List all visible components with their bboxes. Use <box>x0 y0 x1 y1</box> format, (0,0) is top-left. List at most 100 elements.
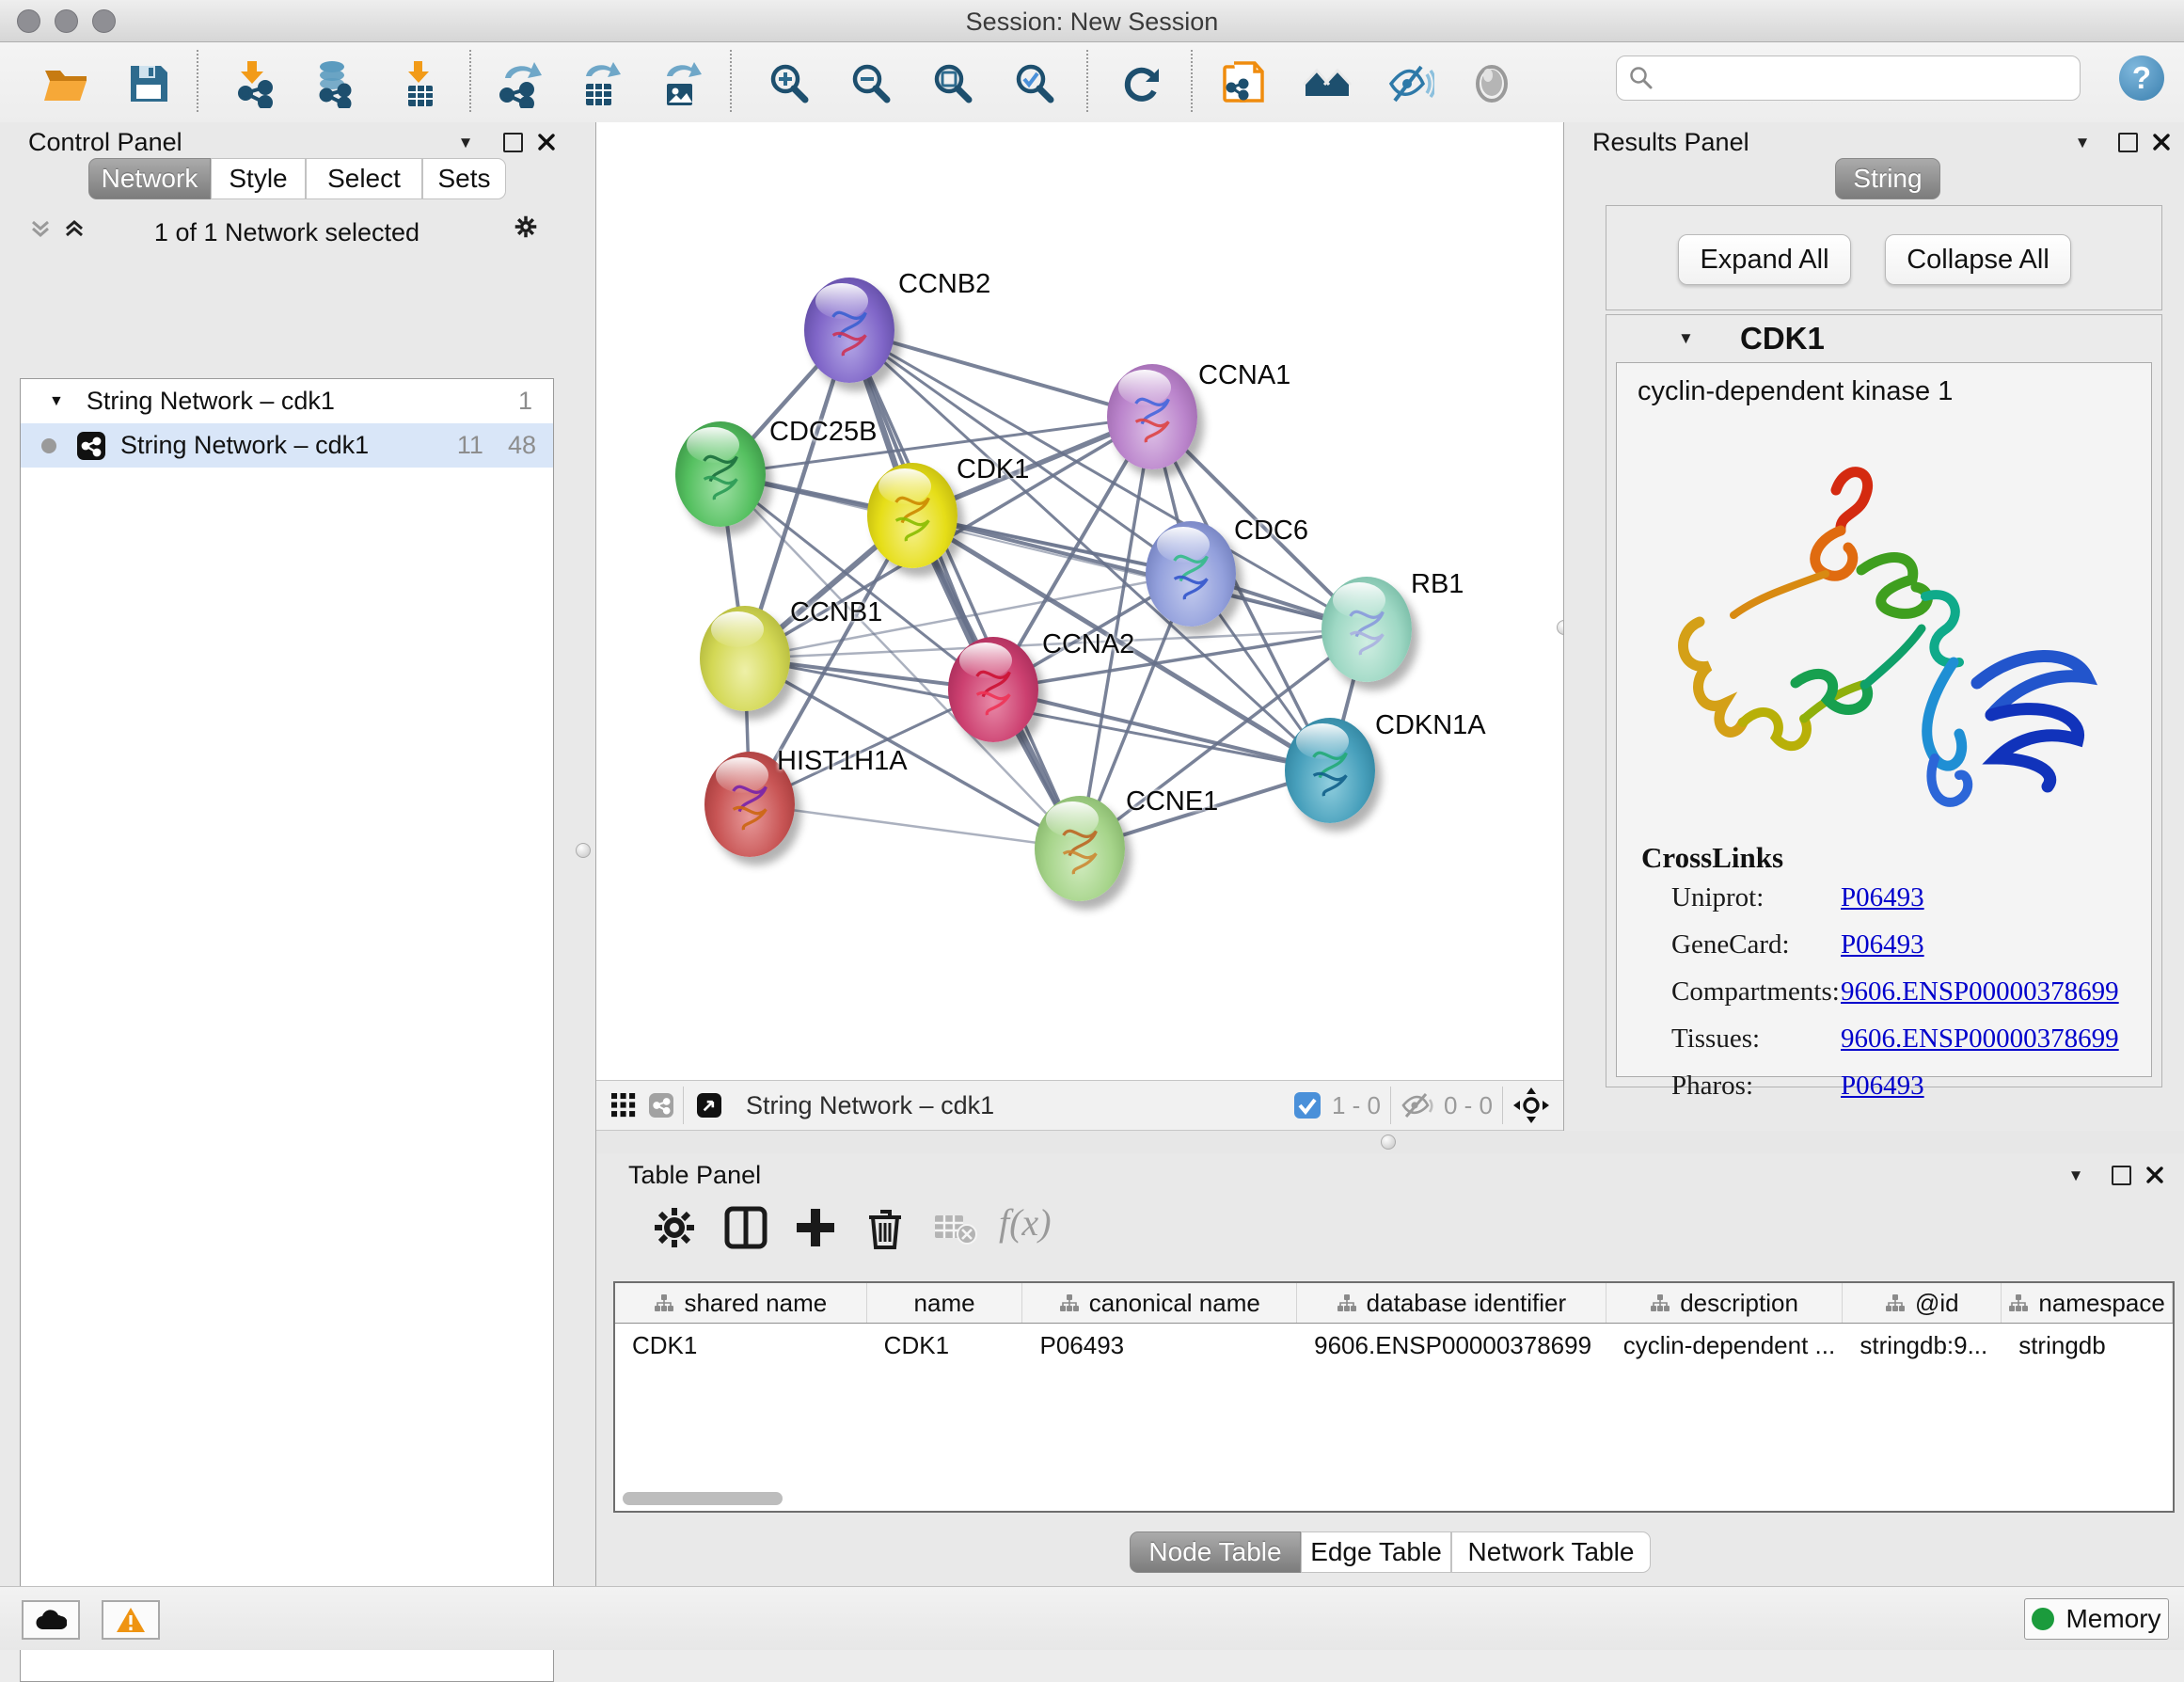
table-cell[interactable]: CDK1 <box>615 1324 867 1367</box>
entry-collapse-icon[interactable]: ▼ <box>1678 330 1694 346</box>
export-network-icon[interactable] <box>494 59 543 108</box>
collapse-all-button[interactable]: Collapse All <box>1885 234 2071 285</box>
birdseye-view-icon[interactable] <box>697 1093 721 1118</box>
zoom-fit-icon[interactable] <box>929 59 978 108</box>
network-node-ccnb2[interactable] <box>804 278 894 383</box>
import-network-icon[interactable] <box>230 59 279 108</box>
export-image-icon[interactable] <box>656 59 704 108</box>
network-badge-icon[interactable] <box>649 1093 673 1118</box>
clear-table-icon[interactable] <box>931 1204 978 1251</box>
panel-float-icon[interactable] <box>2115 130 2140 154</box>
homes-icon[interactable] <box>1303 59 1352 108</box>
column-header-description[interactable]: description <box>1606 1283 1844 1323</box>
show-columns-icon[interactable] <box>722 1204 769 1251</box>
panel-menu-icon[interactable]: ▼ <box>2064 1163 2088 1187</box>
network-collection-row[interactable]: ▼ String Network – cdk1 1 <box>21 379 553 423</box>
network-node-cdkn1a[interactable] <box>1285 718 1375 823</box>
fit-center-crosshair-icon[interactable] <box>1512 1087 1550 1124</box>
network-node-ccna2[interactable] <box>948 637 1038 742</box>
zoom-in-icon[interactable] <box>766 59 815 108</box>
cloud-status-button[interactable] <box>22 1600 80 1640</box>
network-node-rb1[interactable] <box>1321 577 1412 682</box>
tab-string[interactable]: String <box>1835 158 1940 199</box>
expand-all-button[interactable]: Expand All <box>1678 234 1851 285</box>
network-node-ccna1[interactable] <box>1107 364 1197 469</box>
network-node-ccne1[interactable] <box>1035 796 1125 901</box>
search-input[interactable] <box>1616 56 2081 101</box>
tab-network[interactable]: Network <box>88 158 211 199</box>
column-header--id[interactable]: @id <box>1843 1283 2002 1323</box>
open-session-icon[interactable] <box>41 59 90 108</box>
table-hscrollbar[interactable] <box>621 1492 2163 1505</box>
zoom-selected-icon[interactable] <box>1011 59 1060 108</box>
panel-float-icon[interactable] <box>2109 1163 2133 1187</box>
column-header-canonical-name[interactable]: canonical name <box>1022 1283 1297 1323</box>
main-toolbar: ? <box>0 42 2184 123</box>
refresh-icon[interactable] <box>1117 59 1166 108</box>
table-panel: Table Panel ▼ f(x) shared namenamecanoni… <box>596 1153 2184 1586</box>
panel-close-icon[interactable] <box>2149 130 2174 154</box>
left-splitter-grip[interactable] <box>576 843 591 858</box>
save-session-icon[interactable] <box>124 59 173 108</box>
crosslink-link[interactable]: 9606.ENSP00000378699 <box>1841 976 2119 1008</box>
table-hscrollbar-thumb[interactable] <box>623 1492 783 1505</box>
network-node-cdc6[interactable] <box>1146 521 1236 627</box>
node-label-ccne1: CCNE1 <box>1126 786 1218 817</box>
crosslink-link[interactable]: 9606.ENSP00000378699 <box>1841 1023 2119 1055</box>
network-options-gear-icon[interactable] <box>514 214 538 239</box>
table-settings-gear-icon[interactable] <box>651 1204 698 1251</box>
grid-view-icon[interactable] <box>611 1093 636 1118</box>
tab-node-table[interactable]: Node Table <box>1130 1531 1301 1573</box>
table-row[interactable]: CDK1CDK1P064939606.ENSP00000378699cyclin… <box>615 1324 2173 1367</box>
splitter-grip[interactable] <box>1381 1135 1396 1150</box>
zoom-out-icon[interactable] <box>847 59 896 108</box>
network-view[interactable]: CCNB2CCNA1CDC25BCDK1CDC6RB1CCNB1CCNA2CDK… <box>596 122 1563 1080</box>
hidden-eye-icon[interactable] <box>1401 1091 1434 1119</box>
table-cell[interactable]: cyclin-dependent ... <box>1606 1324 1844 1367</box>
crosslink-link[interactable]: P06493 <box>1841 1071 1924 1102</box>
table-cell[interactable]: CDK1 <box>867 1324 1023 1367</box>
tree-expand-icon[interactable]: ▼ <box>49 393 64 410</box>
table-cell[interactable]: 9606.ENSP00000378699 <box>1297 1324 1606 1367</box>
tab-select[interactable]: Select <box>306 158 422 199</box>
warning-status-button[interactable] <box>102 1600 160 1640</box>
tab-edge-table[interactable]: Edge Table <box>1301 1531 1451 1573</box>
panel-close-icon[interactable] <box>2143 1163 2167 1187</box>
tab-network-table[interactable]: Network Table <box>1451 1531 1651 1573</box>
crosslink-link[interactable]: P06493 <box>1841 929 1924 960</box>
add-column-icon[interactable] <box>792 1204 839 1251</box>
horizontal-splitter[interactable] <box>596 1131 2184 1153</box>
panel-menu-icon[interactable]: ▼ <box>2070 130 2095 154</box>
panel-menu-icon[interactable]: ▼ <box>453 130 478 154</box>
tab-style[interactable]: Style <box>211 158 306 199</box>
selected-checkbox-icon[interactable] <box>1294 1092 1321 1119</box>
tab-sets[interactable]: Sets <box>422 158 506 199</box>
function-builder-icon[interactable]: f(x) <box>999 1200 1052 1245</box>
crosslink-link[interactable]: P06493 <box>1841 882 1924 913</box>
documents-share-icon[interactable] <box>1219 59 1268 108</box>
import-database-icon[interactable] <box>309 59 358 108</box>
network-node-ccnb1[interactable] <box>700 606 790 711</box>
memory-button[interactable]: Memory <box>2024 1598 2169 1640</box>
column-header-database-identifier[interactable]: database identifier <box>1297 1283 1606 1323</box>
panel-close-icon[interactable] <box>534 130 559 154</box>
shared-column-icon <box>2008 1293 2029 1312</box>
table-cell[interactable]: stringdb:9... <box>1843 1324 2002 1367</box>
column-header-namespace[interactable]: namespace <box>2002 1283 2173 1323</box>
export-table-icon[interactable] <box>575 59 624 108</box>
network-node-cdk1[interactable] <box>867 463 957 568</box>
help-icon[interactable]: ? <box>2119 56 2164 101</box>
table-cell[interactable]: stringdb <box>2002 1324 2173 1367</box>
glass-sphere-icon[interactable] <box>1467 59 1516 108</box>
column-header-name[interactable]: name <box>867 1283 1023 1323</box>
shared-column-icon <box>1885 1293 1906 1312</box>
column-header-shared-name[interactable]: shared name <box>615 1283 867 1323</box>
eye-slash-icon[interactable] <box>1385 59 1434 108</box>
network-row-selected[interactable]: String Network – cdk1 11 48 <box>21 423 553 468</box>
panel-float-icon[interactable] <box>500 130 525 154</box>
network-node-cdc25b[interactable] <box>675 421 766 527</box>
delete-column-icon[interactable] <box>862 1204 909 1251</box>
crosslink-label: GeneCard: <box>1671 929 1841 960</box>
import-table-icon[interactable] <box>396 59 445 108</box>
table-cell[interactable]: P06493 <box>1022 1324 1297 1367</box>
